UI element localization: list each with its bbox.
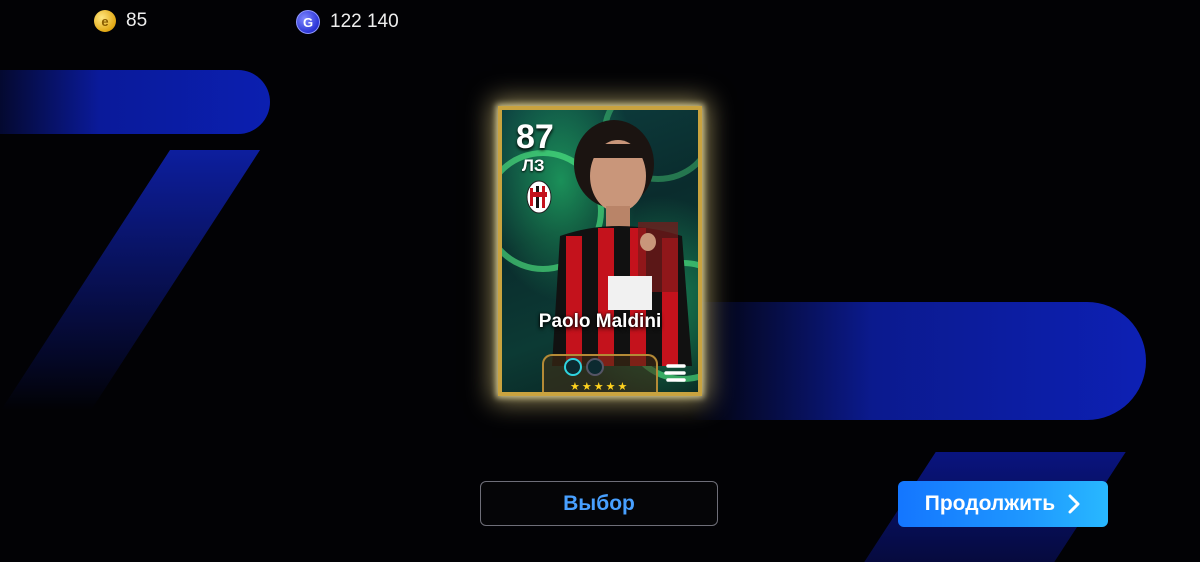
background-stripe-top-left [0, 70, 270, 134]
efootball-logo-icon [664, 364, 686, 382]
player-skill-icons [564, 358, 604, 376]
continue-button-label: Продолжить [924, 492, 1056, 515]
player-position: ЛЗ [522, 156, 545, 175]
coins-counter: e 85 [94, 10, 147, 32]
background-diagonal-left [1, 150, 261, 410]
background-stripe-right [690, 302, 1146, 420]
select-button[interactable]: Выбор [480, 481, 718, 526]
ac-milan-badge-icon [526, 180, 552, 214]
player-stars: ★★★★★ [570, 381, 630, 393]
player-rating: 87 [516, 118, 554, 156]
select-button-label: Выбор [563, 491, 635, 515]
chevron-right-icon [1068, 494, 1080, 514]
player-card[interactable]: 87 ЛЗ Paolo Maldini ★★★★★ [498, 106, 702, 396]
continue-button[interactable]: Продолжить [898, 481, 1108, 527]
player-name: Paolo Maldini [538, 311, 662, 332]
gp-value: 122 140 [330, 11, 399, 32]
player-card-frame: 87 ЛЗ Paolo Maldini ★★★★★ [498, 106, 702, 396]
efootball-coin-icon: e [94, 10, 116, 32]
coins-value: 85 [126, 10, 148, 31]
skill-badge-icon [586, 358, 604, 376]
gp-counter: G 122 140 [296, 10, 399, 34]
skill-badge-icon [564, 358, 582, 376]
gp-icon: G [296, 10, 320, 34]
